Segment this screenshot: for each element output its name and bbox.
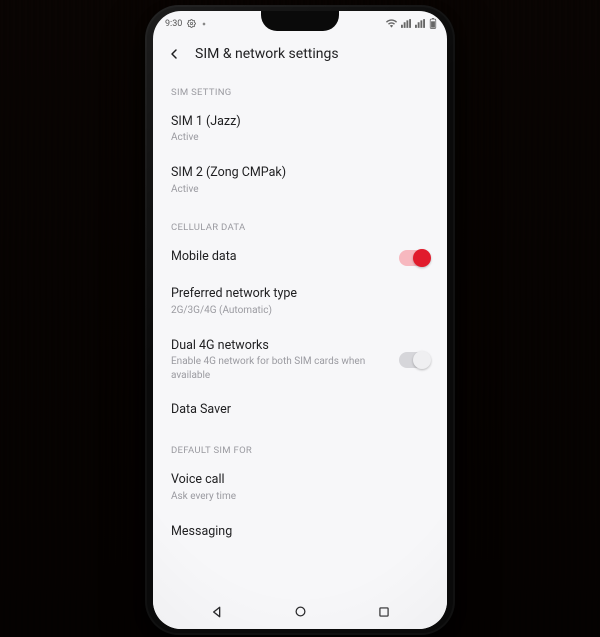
section-label-sim-setting: SIM SETTING — [153, 71, 447, 104]
triangle-left-icon — [209, 604, 225, 620]
dual-4g-toggle[interactable] — [399, 352, 429, 368]
mobile-data-toggle[interactable] — [399, 250, 429, 266]
phone-body: 9:30 — [145, 5, 455, 635]
status-time: 9:30 — [165, 19, 182, 29]
mobile-data-item[interactable]: Mobile data — [153, 239, 447, 276]
dual-4g-sub: Enable 4G network for both SIM cards whe… — [171, 355, 389, 382]
status-right — [386, 18, 437, 29]
messaging-item[interactable]: Messaging — [153, 514, 447, 581]
sim2-status: Active — [171, 183, 429, 197]
square-icon — [377, 605, 391, 619]
data-saver-title: Data Saver — [171, 402, 429, 419]
dual-4g-item[interactable]: Dual 4G networks Enable 4G network for b… — [153, 328, 447, 393]
section-label-default-sim: DEFAULT SIM FOR — [153, 429, 447, 462]
chevron-left-icon — [166, 46, 182, 62]
sim2-item[interactable]: SIM 2 (Zong CMPak) Active — [153, 155, 447, 206]
back-button[interactable] — [163, 43, 185, 65]
nav-back-button[interactable] — [197, 597, 237, 627]
voice-call-item[interactable]: Voice call Ask every time — [153, 462, 447, 513]
dual-4g-title: Dual 4G networks — [171, 338, 389, 355]
sim1-status: Active — [171, 131, 429, 145]
mobile-data-title: Mobile data — [171, 249, 389, 266]
nav-home-button[interactable] — [280, 597, 320, 627]
messaging-title: Messaging — [171, 524, 429, 541]
circle-icon — [293, 604, 308, 619]
page-title: SIM & network settings — [195, 46, 339, 62]
preferred-network-item[interactable]: Preferred network type 2G/3G/4G (Automat… — [153, 276, 447, 327]
notification-dot-icon — [201, 21, 207, 27]
preferred-network-sub: 2G/3G/4G (Automatic) — [171, 304, 429, 318]
settings-list: SIM SETTING SIM 1 (Jazz) Active SIM 2 (Z… — [153, 71, 447, 581]
section-label-cellular: CELLULAR DATA — [153, 206, 447, 239]
sim2-title: SIM 2 (Zong CMPak) — [171, 165, 429, 182]
photo-background: 9:30 — [0, 0, 600, 637]
sim1-title: SIM 1 (Jazz) — [171, 114, 429, 131]
status-left: 9:30 — [165, 19, 207, 29]
display-notch — [261, 11, 339, 31]
battery-icon — [429, 18, 437, 29]
navigation-bar — [153, 595, 447, 629]
voice-call-title: Voice call — [171, 472, 429, 489]
phone-screen: 9:30 — [153, 11, 447, 629]
sim1-item[interactable]: SIM 1 (Jazz) Active — [153, 104, 447, 155]
wifi-icon — [386, 19, 397, 28]
signal-icon — [415, 19, 425, 28]
nav-recent-button[interactable] — [364, 597, 404, 627]
voice-call-sub: Ask every time — [171, 490, 429, 504]
preferred-network-title: Preferred network type — [171, 286, 429, 303]
data-saver-item[interactable]: Data Saver — [153, 392, 447, 429]
signal-icon — [401, 19, 411, 28]
gear-icon — [187, 19, 196, 28]
page-header: SIM & network settings — [153, 35, 447, 71]
